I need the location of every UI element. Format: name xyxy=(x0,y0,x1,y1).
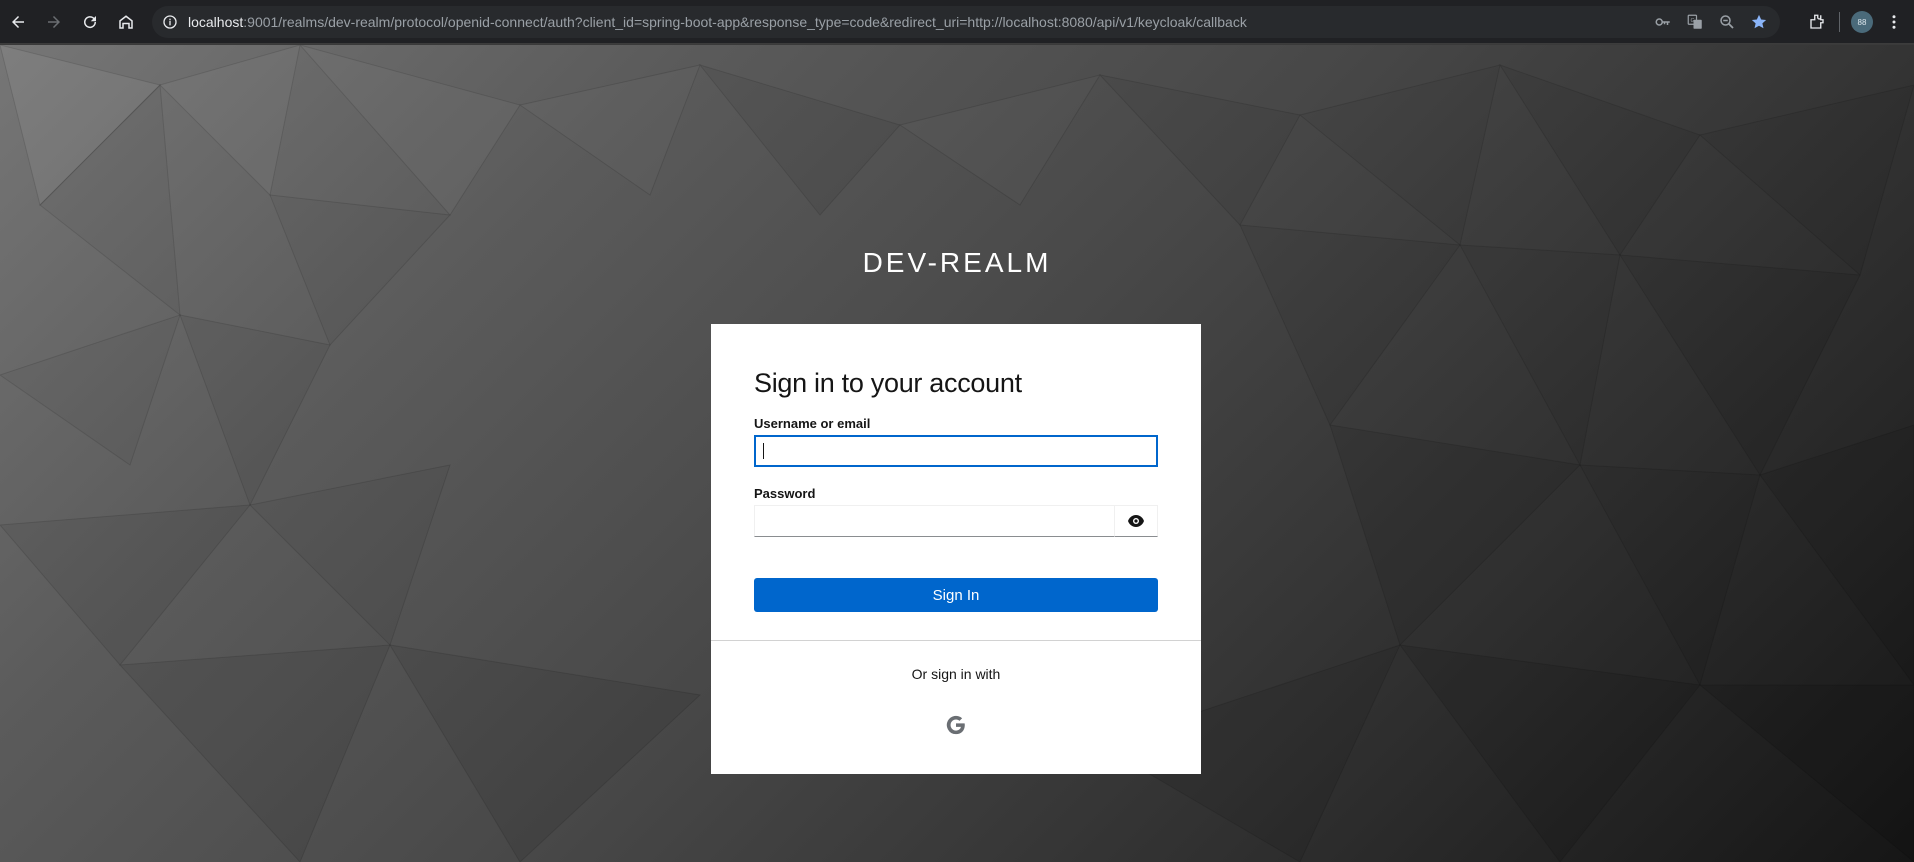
social-heading: Or sign in with xyxy=(911,666,1001,682)
site-info-icon[interactable] xyxy=(162,14,178,30)
username-field[interactable] xyxy=(754,435,1158,467)
google-icon xyxy=(946,715,965,735)
username-label: Username or email xyxy=(754,416,871,431)
zoom-icon[interactable] xyxy=(1718,13,1736,31)
translate-icon[interactable]: G xyxy=(1686,13,1704,31)
sign-in-button[interactable]: Sign In xyxy=(754,578,1158,612)
back-icon xyxy=(12,15,24,28)
extensions-button[interactable] xyxy=(1801,6,1833,38)
password-input[interactable] xyxy=(755,506,1114,536)
svg-text:G: G xyxy=(1691,18,1695,24)
forward-icon xyxy=(48,15,60,28)
login-card: Sign in to your account Username or emai… xyxy=(711,324,1201,774)
password-group xyxy=(754,505,1158,537)
menu-button[interactable] xyxy=(1878,6,1910,38)
realm-title: DEV-REALM xyxy=(862,247,1052,278)
forward-button[interactable] xyxy=(36,4,72,40)
menu-icon xyxy=(1892,15,1896,29)
url-path: :9001/realms/dev-realm/protocol/openid-c… xyxy=(243,14,1247,30)
browser-toolbar: localhost:9001/realms/dev-realm/protocol… xyxy=(0,0,1914,44)
bookmark-star-icon[interactable] xyxy=(1750,13,1768,31)
profile-button[interactable]: 88 xyxy=(1846,6,1878,38)
home-icon xyxy=(119,14,133,29)
address-bar[interactable]: localhost:9001/realms/dev-realm/protocol… xyxy=(152,6,1780,38)
show-password-button[interactable] xyxy=(1114,505,1158,537)
password-field[interactable] xyxy=(754,505,1114,537)
toolbar-separator xyxy=(1839,12,1840,32)
url-host: localhost xyxy=(188,14,244,30)
extensions-icon xyxy=(1810,14,1824,29)
password-label: Password xyxy=(754,486,816,501)
reload-icon xyxy=(84,15,97,28)
back-button[interactable] xyxy=(0,4,36,40)
divider xyxy=(711,640,1201,641)
profile-avatar: 88 xyxy=(1851,11,1873,33)
home-button[interactable] xyxy=(108,4,144,40)
text-caret xyxy=(763,443,764,459)
url-text[interactable]: localhost:9001/realms/dev-realm/protocol… xyxy=(188,14,1247,30)
reload-button[interactable] xyxy=(72,4,108,40)
username-input[interactable] xyxy=(756,437,1156,465)
page-title: Sign in to your account xyxy=(754,368,1022,398)
google-sign-in-link[interactable] xyxy=(944,713,968,737)
eye-icon xyxy=(1128,515,1144,527)
password-key-icon[interactable] xyxy=(1654,13,1672,31)
